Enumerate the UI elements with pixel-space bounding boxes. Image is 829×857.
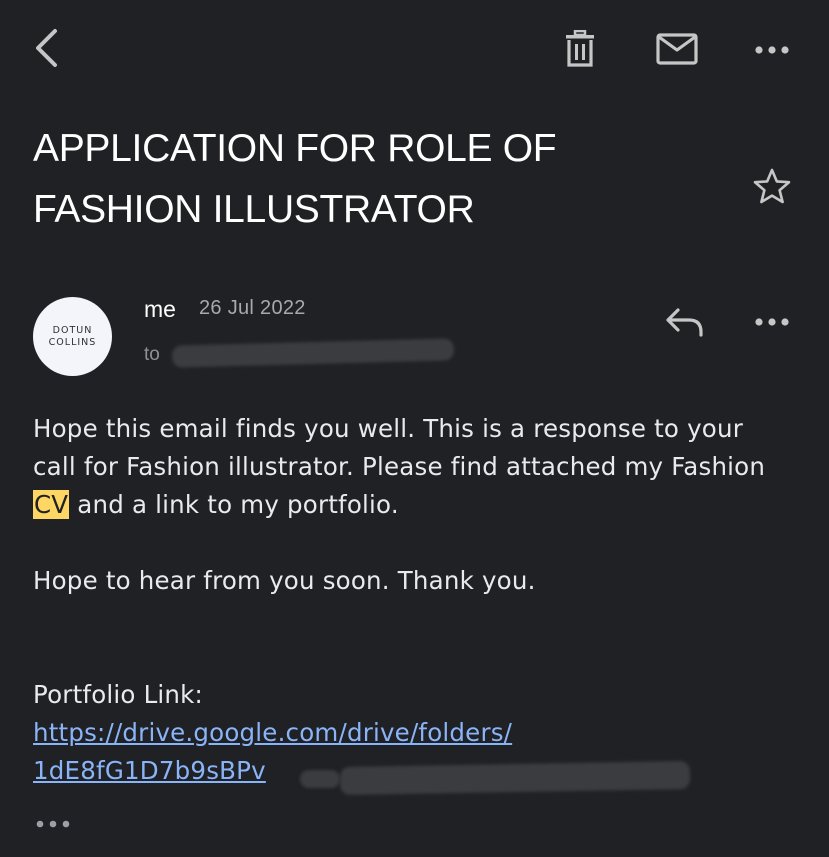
body-paragraph-2: Hope to hear from you soon. Thank you. [33, 566, 536, 595]
body-p1-after: and a link to my portfolio. [69, 490, 399, 519]
email-view: APPLICATION FOR ROLE OF FASHION ILLUSTRA… [0, 0, 829, 857]
sender-avatar[interactable]: DOTUN COLLINS [33, 297, 112, 376]
redacted-link-start [300, 770, 340, 788]
recipients-details[interactable]: to [144, 344, 160, 366]
mark-unread-button[interactable] [650, 24, 704, 74]
more-horizontal-icon [36, 820, 70, 828]
email-date: 26 Jul 2022 [199, 297, 306, 319]
sender-name: me [144, 296, 176, 322]
message-more-button[interactable] [748, 300, 796, 344]
star-button[interactable] [748, 162, 796, 210]
delete-button[interactable] [555, 24, 605, 74]
chevron-left-icon [36, 29, 57, 67]
body-p1-before: Hope this email finds you well. This is … [33, 414, 766, 481]
redacted-recipient [171, 338, 455, 368]
show-trimmed-content-button[interactable] [28, 806, 78, 842]
more-options-button[interactable] [748, 28, 796, 72]
portfolio-link-line2[interactable]: 1dE8fG1D7b9sBPv [33, 756, 266, 785]
recipients-prefix: to [144, 344, 160, 365]
star-icon [753, 168, 791, 204]
search-highlight: CV [33, 490, 70, 519]
reply-button[interactable] [660, 298, 710, 346]
avatar-text-line2: COLLINS [48, 336, 97, 348]
portfolio-link-line1[interactable]: https://drive.google.com/drive/folders/ [33, 718, 512, 747]
reply-icon [666, 308, 703, 337]
subject-line-1: APPLICATION FOR ROLE OF [33, 127, 557, 170]
portfolio-label: Portfolio Link: [33, 680, 204, 709]
trash-icon [566, 30, 594, 67]
subject-line-2: FASHION ILLUSTRATOR [33, 188, 475, 231]
avatar-text-line1: DOTUN [52, 324, 93, 336]
mail-icon [656, 33, 698, 65]
more-horizontal-icon [755, 46, 789, 54]
body-paragraph-1: Hope this email finds you well. This is … [33, 410, 793, 524]
email-subject: APPLICATION FOR ROLE OF FASHION ILLUSTRA… [33, 118, 683, 240]
more-horizontal-icon [755, 318, 789, 326]
back-button[interactable] [22, 22, 70, 74]
